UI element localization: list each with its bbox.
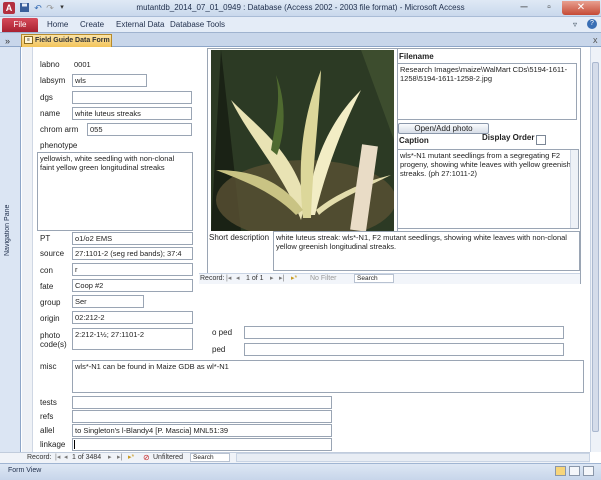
misc-field[interactable]: wls*-N1 can be found in Maize GDB as wl*… [72,360,584,393]
caption-scrollbar[interactable] [570,150,578,228]
help-icon[interactable]: ? [587,19,597,29]
ped-field[interactable] [244,343,564,356]
first-record-icon[interactable]: |◂ [226,273,231,284]
plant-photo[interactable] [211,50,394,231]
con-label: con [40,266,53,275]
tab-create[interactable]: Create [80,20,104,29]
caption-field[interactable]: wls*-N1 mutant seedlings from a segregat… [397,149,579,229]
tests-field[interactable] [72,396,332,409]
allel-label: allel [40,426,55,435]
origin-label: origin [40,314,60,323]
subform-search-input[interactable]: Search [354,274,394,283]
restore-button[interactable]: ▫ [537,1,561,15]
refs-label: refs [40,412,54,421]
filename-label: Filename [399,52,434,61]
form-icon: ≡ [24,36,33,44]
o-ped-field[interactable] [244,326,564,339]
misc-label: misc [40,362,57,371]
navigation-pane-label[interactable]: Navigation Pane [4,160,18,300]
phenotype-field[interactable]: yellowish, white seedling with non-clona… [37,152,193,231]
main-search-input[interactable]: Search [190,453,230,462]
filter-icon: ⊘ [143,453,150,462]
caption-label: Caption [399,136,429,145]
form-horizontal-scrollbar[interactable] [236,453,590,462]
close-window-button[interactable]: ✕ [562,1,600,15]
tab-external-data[interactable]: External Data [116,20,164,29]
con-field[interactable]: r [72,263,193,276]
short-description-label: Short description [209,233,270,242]
linkage-field[interactable] [72,438,332,451]
main-record-label: Record: [27,454,52,461]
labno-value: 0001 [74,60,91,69]
view-status: Form View [8,467,42,474]
name-label: name [40,109,61,118]
form-view-icon[interactable] [555,466,566,476]
photo-codes-field[interactable]: 2:212-1½; 27:1101-2 [72,328,193,350]
pt-label: PT [40,234,51,243]
record-selector[interactable] [22,47,33,452]
group-label: group [40,298,61,307]
chrom-arm-label: chrom arm [40,125,79,134]
chrom-arm-field[interactable]: 055 [87,123,192,136]
name-field[interactable]: white luteus streaks [72,107,192,120]
design-view-icon[interactable] [583,466,594,476]
main-previous-record-icon[interactable]: ◂ [64,452,68,463]
refs-field[interactable] [72,410,332,423]
ped-label: ped [212,345,226,354]
labsym-label: labsym [40,76,66,85]
subform-record-position[interactable]: 1 of 1 [246,273,264,284]
tab-field-guide-data-form[interactable]: Field Guide Data Form [21,34,112,47]
main-first-record-icon[interactable]: |◂ [55,452,60,463]
labsym-field[interactable]: wls [72,74,147,87]
tests-label: tests [40,398,57,407]
fate-label: fate [40,282,54,291]
pt-field[interactable]: o1/o2 EMS [72,232,193,245]
filename-field[interactable]: Research Images\maize\WalMart CDs\5194-1… [397,63,577,120]
main-next-record-icon[interactable]: ▸ [108,452,112,463]
previous-record-icon[interactable]: ◂ [236,273,240,284]
phenotype-label: phenotype [40,141,78,150]
close-document-button[interactable]: x [593,35,598,45]
source-label: source [40,249,65,258]
next-record-icon[interactable]: ▸ [270,273,274,284]
linkage-label: linkage [40,440,66,449]
seedling-photo-drawing [211,50,394,231]
display-order-field[interactable] [536,135,546,145]
tab-home[interactable]: Home [47,20,68,29]
scrollbar-thumb[interactable] [592,62,599,432]
new-record-icon[interactable]: ▸* [291,273,297,284]
subform-filter-status[interactable]: No Filter [310,273,336,284]
main-new-record-icon[interactable]: ▸* [128,452,134,463]
ribbon-expand-icon[interactable]: ▿ [573,20,577,29]
main-record-position[interactable]: 1 of 3484 [72,452,101,463]
display-order-label: Display Order [482,133,535,142]
main-filter-status[interactable]: Unfiltered [153,452,183,463]
open-add-photo-button[interactable]: Open/Add photo [398,123,489,134]
dgs-field[interactable] [72,91,192,104]
layout-view-icon[interactable] [569,466,580,476]
allel-field[interactable]: to Singleton's l-Blandy4 [P. Mascia] MNL… [72,424,332,437]
source-field[interactable]: 27:1101-2 (seg red bands); 37:4 [72,247,193,260]
subform-record-label: Record: [200,275,225,282]
o-ped-label: o ped [212,328,233,337]
status-bar [0,463,601,480]
tab-file[interactable]: File [2,18,38,32]
photo-codes-label: photo code(s) [40,331,67,349]
short-description-field[interactable]: white luteus streak: wls*-N1, F2 mutant … [273,231,580,271]
fate-field[interactable]: Coop #2 [72,279,193,292]
tab-database-tools[interactable]: Database Tools [170,20,225,29]
minimize-button[interactable]: ─ [512,1,536,15]
labno-label: labno [40,60,60,69]
origin-field[interactable]: 02:212-2 [72,311,193,324]
nav-pane-toggle-icon[interactable]: » [5,36,10,46]
dgs-label: dgs [40,93,53,102]
group-field[interactable]: Ser [72,295,144,308]
text-cursor [74,440,75,449]
window-title: mutantdb_2014_07_01_0949 : Database (Acc… [136,3,465,12]
main-last-record-icon[interactable]: ▸| [117,452,122,463]
last-record-icon[interactable]: ▸| [279,273,284,284]
